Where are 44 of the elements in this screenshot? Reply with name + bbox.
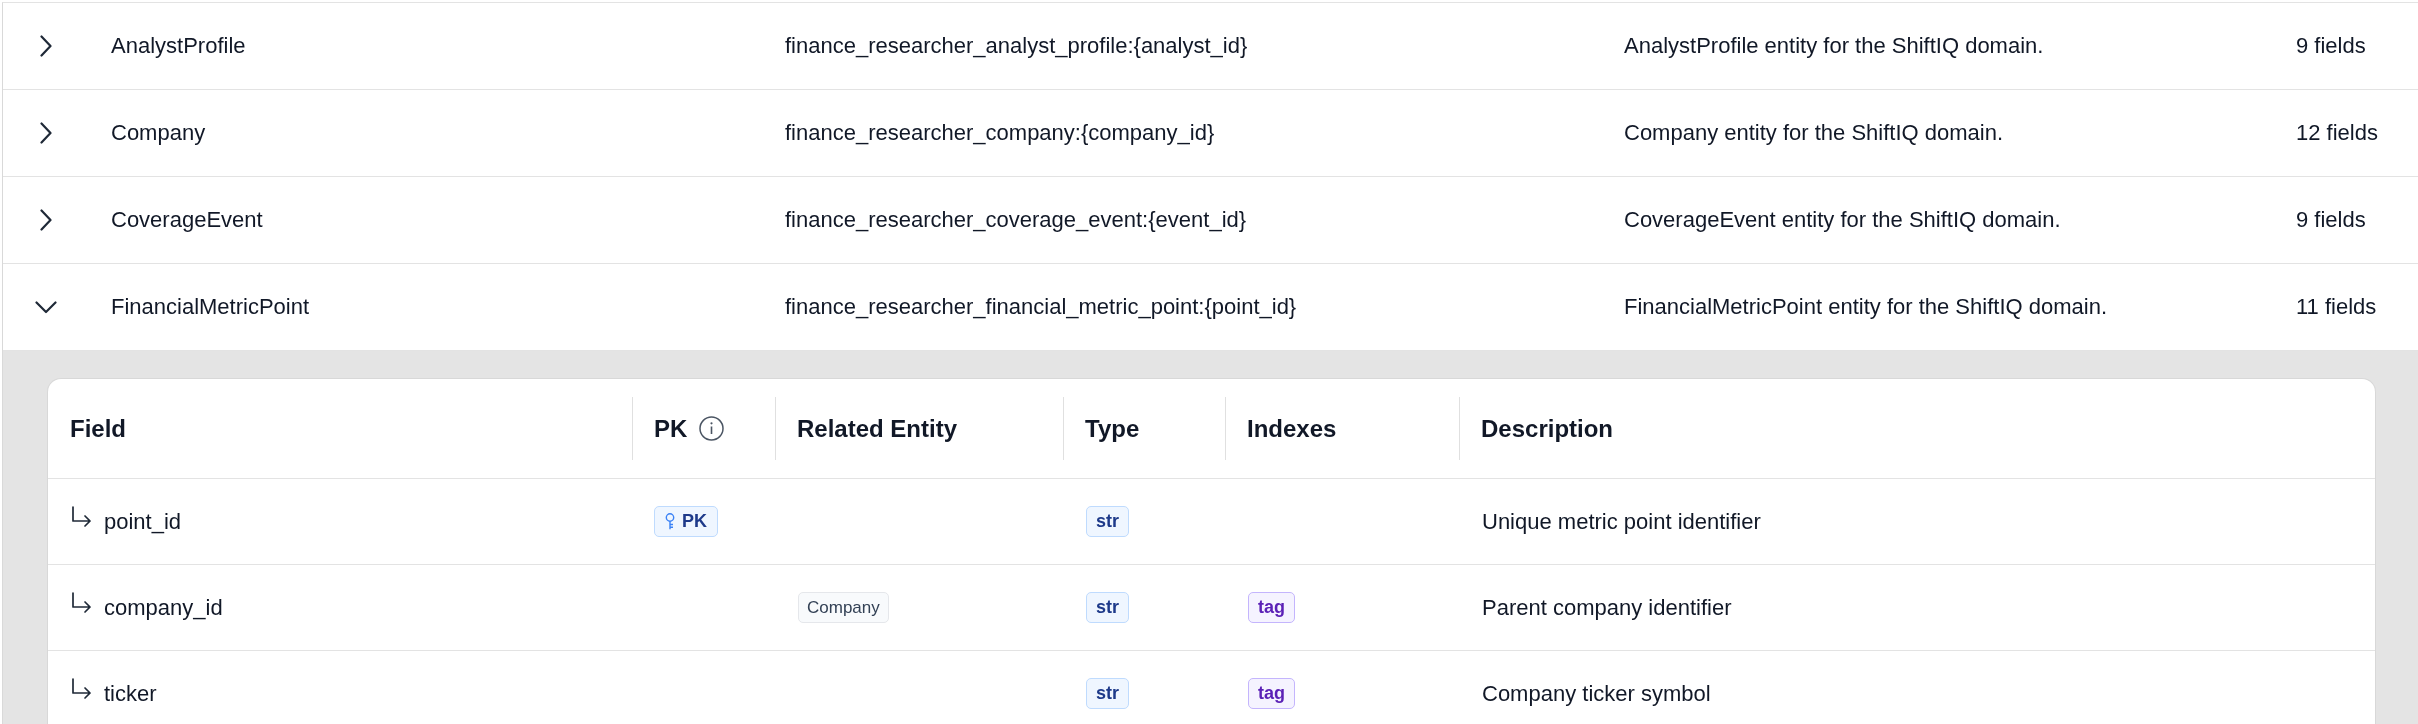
entity-key-pattern: finance_researcher_company:{company_id}	[785, 120, 1216, 146]
entity-name: Company	[111, 120, 207, 146]
field-name: company_id	[104, 594, 223, 621]
column-header: Type	[1085, 414, 1140, 443]
field-description: Unique metric point identifier	[1482, 508, 1761, 535]
chevron-right-icon[interactable]	[40, 122, 52, 144]
column-header: Description	[1481, 414, 1614, 443]
entity-description: Company entity for the ShiftIQ domain.	[1624, 120, 2005, 146]
field-count: 11 fields	[2296, 294, 2378, 320]
chevron-down-icon[interactable]	[35, 300, 57, 314]
chevron-right-icon[interactable]	[40, 209, 52, 231]
field-count: 12 fields	[2296, 120, 2379, 146]
entity-key-pattern: finance_researcher_analyst_profile:{analyst_id}	[785, 33, 1249, 59]
field-description: Parent company identifier	[1482, 594, 1732, 621]
corner-arrow-icon	[71, 505, 92, 528]
index-tag: tag	[1248, 592, 1295, 623]
field-name: ticker	[104, 680, 157, 707]
corner-arrow-icon	[71, 677, 92, 700]
type-tag: str	[1086, 592, 1129, 623]
index-tag: tag	[1248, 678, 1295, 709]
field-count: 9 fields	[2296, 207, 2367, 233]
field-description: Company ticker symbol	[1482, 680, 1711, 707]
column-header: Field	[70, 414, 126, 443]
field-name: point_id	[104, 508, 182, 535]
info-icon[interactable]	[699, 416, 725, 441]
entity-description: AnalystProfile entity for the ShiftIQ domain.	[1624, 33, 2045, 59]
entity-description: CoverageEvent entity for the ShiftIQ domain.	[1624, 207, 2062, 233]
entity-name: AnalystProfile	[111, 33, 247, 59]
field-count: 9 fields	[2296, 33, 2367, 59]
type-tag: str	[1086, 506, 1129, 537]
corner-arrow-icon	[71, 591, 92, 614]
column-header: Indexes	[1247, 414, 1337, 443]
column-header: PK	[654, 414, 688, 443]
entity-description: FinancialMetricPoint entity for the ShiftIQ domain.	[1624, 294, 2108, 320]
column-header: Related Entity	[797, 414, 958, 443]
related-entity-tag: Company	[798, 592, 889, 623]
key-icon	[665, 513, 675, 530]
entity-name: CoverageEvent	[111, 207, 264, 233]
entity-key-pattern: finance_researcher_financial_metric_point:{point_id}	[785, 294, 1298, 320]
chevron-right-icon[interactable]	[40, 35, 52, 57]
entity-key-pattern: finance_researcher_coverage_event:{event_id}	[785, 207, 1248, 233]
type-tag: str	[1086, 678, 1129, 709]
primary-key-label: PK	[682, 511, 707, 532]
entity-name: FinancialMetricPoint	[111, 294, 311, 320]
